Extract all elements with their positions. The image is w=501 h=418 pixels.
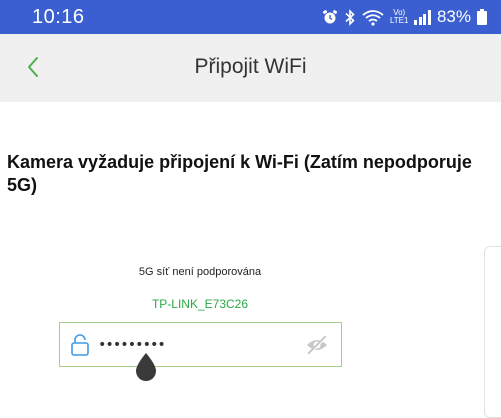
- next-card-edge: [484, 246, 501, 418]
- heading-line2: 5G): [7, 175, 38, 195]
- password-input[interactable]: [98, 333, 298, 357]
- battery-percent: 83%: [436, 7, 471, 26]
- eye-off-icon[interactable]: [305, 334, 329, 356]
- bluetooth-icon: [345, 8, 355, 26]
- page-title: Připojit WiFi: [194, 55, 307, 78]
- wifi-icon: [362, 10, 384, 26]
- signal-icon: [414, 9, 431, 25]
- status-icons: Vo) LTE1 83%: [322, 6, 487, 28]
- 5g-not-supported-note: 5G síť není podporována: [138, 266, 262, 278]
- touch-indicator: [136, 353, 156, 381]
- alarm-icon: [322, 10, 338, 24]
- heading-line1: Kamera vyžaduje připojení k Wi-Fi (Zatím…: [7, 152, 472, 172]
- lte-indicator: Vo) LTE1: [389, 8, 409, 25]
- status-time: 10:16: [32, 6, 85, 28]
- status-bar: 10:16 Vo) LTE1 83%: [0, 0, 501, 34]
- app-header: Připojit WiFi: [0, 34, 501, 102]
- wifi-ssid: TP-LINK_E73C26: [151, 297, 249, 311]
- password-field[interactable]: [59, 322, 342, 367]
- battery-icon: [477, 9, 487, 25]
- section-heading: Kamera vyžaduje připojení k Wi-Fi (Zatím…: [7, 151, 501, 197]
- lock-icon: [71, 334, 89, 356]
